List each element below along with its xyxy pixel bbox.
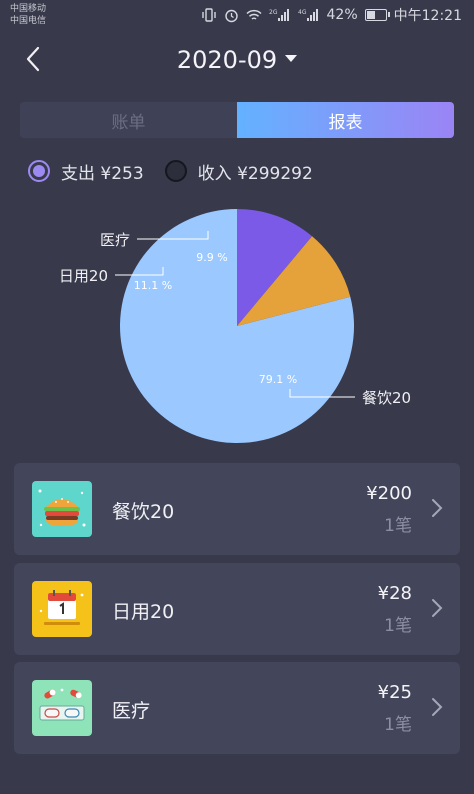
category-count: 1笔 (384, 715, 412, 735)
alarm-icon (224, 8, 239, 23)
pie-category-label: 餐饮20 (362, 389, 411, 407)
battery-icon (364, 9, 390, 21)
vibrate-icon (201, 8, 217, 22)
signal-icon-2: 4G (298, 8, 320, 22)
pill-icon (32, 680, 92, 736)
category-name: 日用20 (112, 601, 175, 623)
tab-bill[interactable]: 账单 (20, 102, 237, 138)
caret-down-icon (285, 54, 298, 62)
category-card-medical[interactable]: 医疗 ¥25 1笔 (14, 662, 460, 754)
expense-option[interactable]: 支出 ¥253 (28, 159, 144, 184)
income-option[interactable]: 收入 ¥299292 (164, 159, 313, 184)
category-amount: ¥200 (366, 483, 412, 504)
status-bar: 中国移动 中国电信 2G 4G 42% 中午12:21 (0, 0, 474, 30)
clock: 中午12:21 (393, 8, 462, 24)
pie-percent-label: 9.9 % (196, 251, 227, 264)
category-name: 医疗 (112, 700, 151, 722)
category-amount: ¥25 (377, 682, 412, 703)
pie-category-label: 医疗 (100, 231, 130, 249)
category-card-catering[interactable]: 餐饮20 ¥200 1笔 (14, 463, 460, 555)
chevron-right-icon (432, 599, 443, 617)
type-toggle: 支出 ¥253 收入 ¥299292 (28, 158, 313, 184)
burger-icon (32, 481, 92, 537)
signal-icon-1: 2G (269, 8, 291, 22)
category-count: 1笔 (384, 616, 412, 636)
pie-percent-label: 79.1 % (259, 373, 297, 386)
radio-selected-icon (28, 160, 50, 182)
radio-unselected-icon (164, 160, 187, 182)
pie-chart: 79.1 % 餐饮20 11.1 % 日用20 9.9 % 医疗 (59, 209, 411, 443)
tab-report[interactable]: 报表 (237, 102, 454, 138)
carrier-label-1: 中国移动 (10, 4, 47, 14)
view-tabs: 账单 报表 (20, 102, 454, 138)
category-amount: ¥28 (377, 583, 412, 604)
category-name: 餐饮20 (112, 501, 175, 523)
network-type-label-1: 2G (269, 9, 278, 16)
battery-percent: 42% (326, 7, 358, 23)
chevron-right-icon (432, 698, 443, 716)
network-type-label-2: 4G (298, 9, 307, 16)
carrier-label-2: 中国电信 (10, 16, 47, 26)
wifi-icon (245, 9, 262, 22)
expense-label: 支出 ¥253 (61, 163, 144, 184)
pie-percent-label: 11.1 % (134, 279, 172, 292)
month-selector[interactable]: 2020-09 (0, 46, 474, 74)
category-count: 1笔 (384, 516, 412, 536)
calendar-icon (32, 581, 92, 637)
category-card-daily[interactable]: 日用20 ¥28 1笔 (14, 563, 460, 655)
pie-category-label: 日用20 (59, 267, 108, 285)
income-label: 收入 ¥299292 (197, 163, 313, 184)
month-label: 2020-09 (176, 46, 278, 74)
chevron-right-icon (432, 499, 443, 517)
